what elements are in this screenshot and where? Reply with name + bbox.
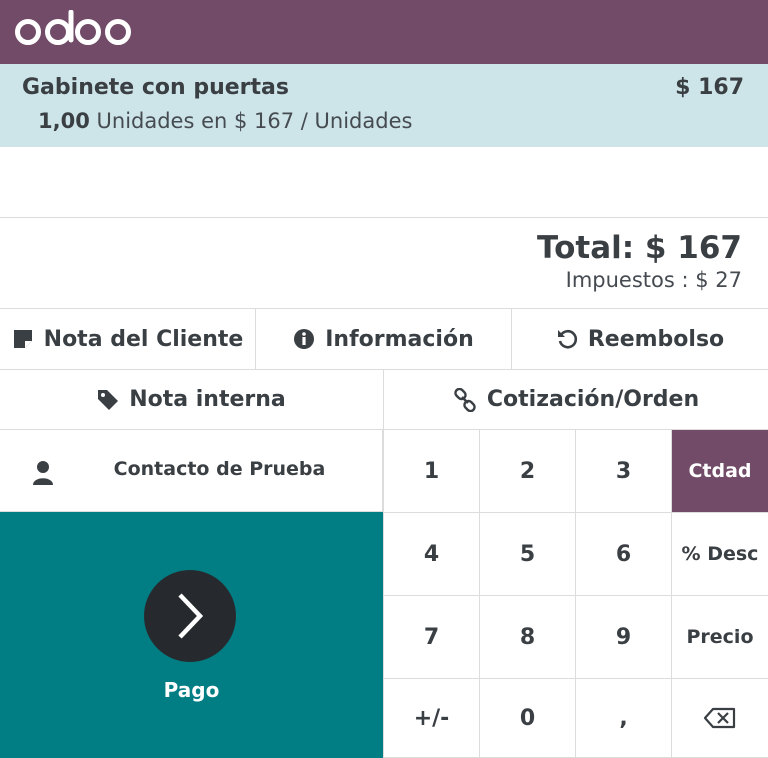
order-line-price: $ 167 — [675, 75, 744, 100]
info-icon — [294, 329, 315, 349]
undo-icon — [557, 329, 577, 349]
order-line-detail: 1,00 Unidades en $ 167 / Unidades — [38, 109, 412, 133]
order-taxes: Impuestos : $ 27 — [565, 268, 742, 292]
payment-circle — [144, 570, 236, 662]
top-bar — [0, 0, 768, 64]
odoo-logo[interactable] — [14, 10, 132, 50]
information-label: Información — [325, 326, 474, 352]
internal-note-button[interactable]: Nota interna — [0, 370, 384, 430]
numpad-key-9[interactable]: 9 — [575, 596, 671, 679]
numpad-mode-price[interactable]: Precio — [671, 596, 768, 679]
numpad-key-3[interactable]: 3 — [575, 430, 671, 513]
numpad-key-1[interactable]: 1 — [383, 430, 479, 513]
order-line-quantity: 1,00 — [38, 109, 90, 133]
tag-icon — [98, 389, 119, 410]
payment-button[interactable]: Pago — [0, 512, 383, 758]
numpad-backspace[interactable] — [671, 679, 768, 758]
internal-note-label: Nota interna — [129, 387, 286, 412]
order-line-product: Gabinete con puertas — [22, 75, 289, 100]
chevron-right-icon — [178, 593, 204, 639]
quotation-order-button[interactable]: Cotización/Orden — [384, 370, 768, 430]
backspace-icon — [703, 707, 736, 729]
numpad-key-plus-minus[interactable]: +/- — [383, 679, 479, 758]
quotation-order-label: Cotización/Orden — [486, 387, 700, 412]
numpad-key-6[interactable]: 6 — [575, 513, 671, 596]
numpad-key-5[interactable]: 5 — [479, 513, 575, 596]
numpad-key-2[interactable]: 2 — [479, 430, 575, 513]
refund-button[interactable]: Reembolso — [512, 309, 768, 370]
numpad-key-4[interactable]: 4 — [383, 513, 479, 596]
order-line-unit-detail: Unidades en $ 167 / Unidades — [96, 109, 413, 133]
customer-note-label: Nota del Cliente — [43, 326, 244, 352]
payment-label: Pago — [163, 678, 220, 702]
customer-note-button[interactable]: Nota del Cliente — [0, 309, 256, 370]
divider — [0, 217, 768, 218]
information-button[interactable]: Información — [256, 309, 512, 370]
numpad-mode-discount[interactable]: % Desc — [671, 513, 768, 596]
numpad-key-0[interactable]: 0 — [479, 679, 575, 758]
refund-label: Reembolso — [587, 326, 725, 352]
customer-name: Contacto de Prueba — [113, 458, 326, 480]
numpad-key-8[interactable]: 8 — [479, 596, 575, 679]
order-total: Total: $ 167 — [537, 230, 742, 266]
customer-button[interactable]: Contacto de Prueba — [0, 430, 383, 512]
odoo-logo-mark — [15, 10, 131, 45]
numpad-mode-quantity[interactable]: Ctdad — [671, 430, 768, 513]
link-icon — [454, 387, 476, 412]
numpad-key-decimal[interactable]: , — [575, 679, 671, 758]
note-icon — [13, 330, 32, 348]
numpad-key-7[interactable]: 7 — [383, 596, 479, 679]
